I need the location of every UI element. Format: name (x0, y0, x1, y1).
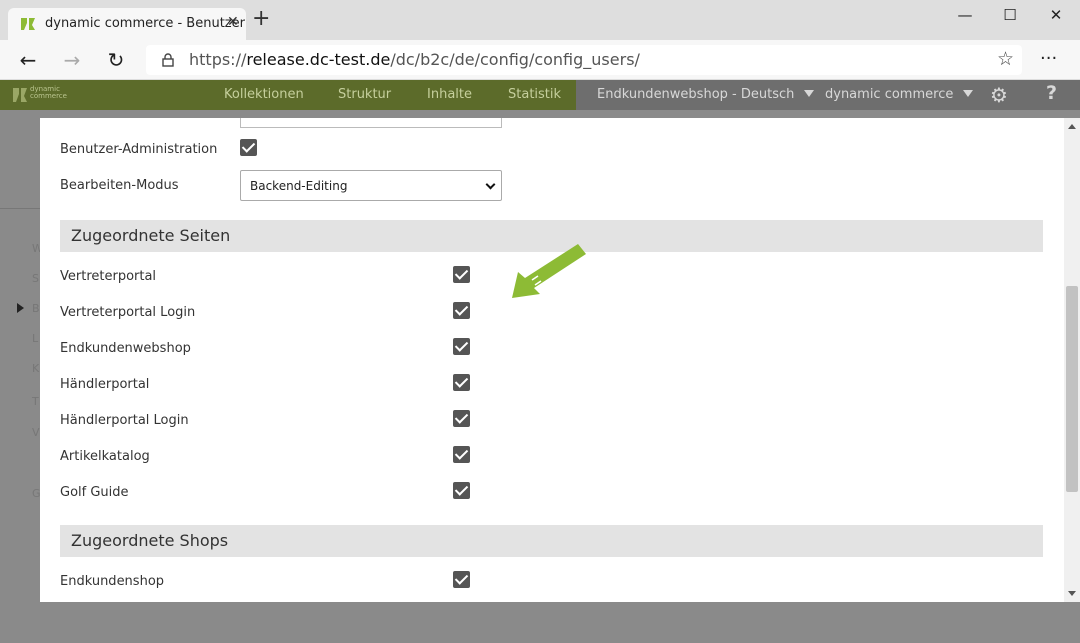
edit-mode-value: Backend-Editing (250, 179, 348, 193)
modal-scrollbar[interactable] (1064, 118, 1080, 602)
app-header-right: Endkundenwebshop - Deutsch dynamic comme… (576, 80, 1080, 110)
edit-mode-label: Bearbeiten-Modus (60, 178, 179, 193)
page-checkbox-golf-guide[interactable] (453, 482, 470, 499)
benutzer-admin-checkbox[interactable] (240, 139, 257, 156)
tab-close-icon[interactable]: ✕ (227, 14, 239, 30)
address-bar[interactable]: https://release.dc-test.de/dc/b2c/de/con… (146, 45, 1022, 75)
scroll-down-icon[interactable] (1068, 591, 1076, 596)
text-input-partial[interactable] (240, 118, 502, 128)
page-checkbox-haendlerportal[interactable] (453, 374, 470, 391)
browser-toolbar: ← → ↻ https://release.dc-test.de/dc/b2c/… (0, 40, 1080, 80)
page-label-vertreterportal-login: Vertreterportal Login (60, 305, 196, 320)
section-header-shops: Zugeordnete Shops (60, 525, 1043, 557)
user-config-modal: Benutzer-Administration Bearbeiten-Modus… (40, 118, 1064, 602)
page-checkbox-artikelkatalog[interactable] (453, 446, 470, 463)
dc-logo-icon (13, 88, 27, 102)
shop-checkbox-endkundenshop[interactable] (453, 571, 470, 588)
page-checkbox-haendlerportal-login[interactable] (453, 410, 470, 427)
bg-list-item: T (32, 395, 39, 408)
back-arrow-icon[interactable]: ← (16, 48, 40, 72)
divider (0, 208, 40, 209)
page-checkbox-endkundenwebshop[interactable] (453, 338, 470, 355)
more-menu-button[interactable]: ··· (1040, 48, 1057, 69)
forward-arrow-icon[interactable]: → (60, 48, 84, 72)
url-text: https://release.dc-test.de/dc/b2c/de/con… (189, 50, 640, 69)
window-close-button[interactable]: ✕ (1041, 6, 1071, 26)
page-label-endkundenwebshop: Endkundenwebshop (60, 341, 191, 356)
help-icon[interactable]: ? (1046, 82, 1057, 104)
favorite-star-icon[interactable]: ☆ (997, 48, 1014, 70)
expand-arrow-icon (17, 303, 24, 313)
page-label-haendlerportal-login: Händlerportal Login (60, 413, 189, 428)
page-checkbox-vertreterportal-login[interactable] (453, 302, 470, 319)
scroll-up-icon[interactable] (1068, 124, 1076, 129)
window-maximize-button[interactable]: ☐ (995, 6, 1025, 26)
bg-list-item: B (32, 302, 40, 315)
browser-tab[interactable]: dynamic commerce - Benutzer ✕ (8, 8, 246, 40)
section-title: Zugeordnete Seiten (71, 226, 231, 245)
scroll-thumb[interactable] (1066, 286, 1078, 492)
reload-icon[interactable]: ↻ (104, 48, 128, 72)
bg-list-item: L (32, 332, 39, 345)
menu-inhalte[interactable]: Inhalte (427, 87, 472, 102)
logo-text: dynamic commerce (30, 85, 67, 100)
page-label-haendlerportal: Händlerportal (60, 377, 150, 392)
bg-list-item: V (32, 426, 40, 439)
page-checkbox-vertreterportal[interactable] (453, 266, 470, 283)
menu-statistik[interactable]: Statistik (508, 87, 561, 102)
chevron-down-icon (963, 90, 974, 97)
bg-list-item: S (32, 272, 39, 285)
menu-struktur[interactable]: Struktur (338, 87, 391, 102)
bg-list-item: K (32, 362, 40, 375)
company-dropdown[interactable]: dynamic commerce (825, 87, 974, 102)
gear-icon[interactable]: ⚙ (990, 83, 1008, 107)
app-header: dynamic commerce Kollektionen Struktur In… (0, 80, 1080, 110)
tab-title: dynamic commerce - Benutzer (45, 16, 245, 31)
browser-tabstrip: dynamic commerce - Benutzer ✕ + — ☐ ✕ (0, 0, 1080, 40)
green-arrow-icon (512, 244, 586, 298)
dc-logo[interactable]: dynamic commerce (12, 84, 76, 106)
dc-favicon-icon (21, 18, 35, 30)
chevron-down-icon (804, 90, 815, 97)
benutzer-admin-label: Benutzer-Administration (60, 142, 218, 157)
new-tab-button[interactable]: + (252, 8, 270, 30)
shop-dropdown[interactable]: Endkundenwebshop - Deutsch (597, 87, 815, 102)
edit-mode-select[interactable]: Backend-Editing (240, 170, 502, 201)
window-minimize-button[interactable]: — (950, 6, 980, 26)
lock-icon (162, 53, 174, 67)
section-title: Zugeordnete Shops (71, 531, 229, 550)
chevron-down-icon (485, 179, 496, 190)
shop-label-endkundenshop: Endkundenshop (60, 574, 165, 589)
page-label-golf-guide: Golf Guide (60, 485, 129, 500)
page-label-artikelkatalog: Artikelkatalog (60, 449, 150, 464)
menu-kollektionen[interactable]: Kollektionen (224, 87, 304, 102)
page-label-vertreterportal: Vertreterportal (60, 269, 157, 284)
